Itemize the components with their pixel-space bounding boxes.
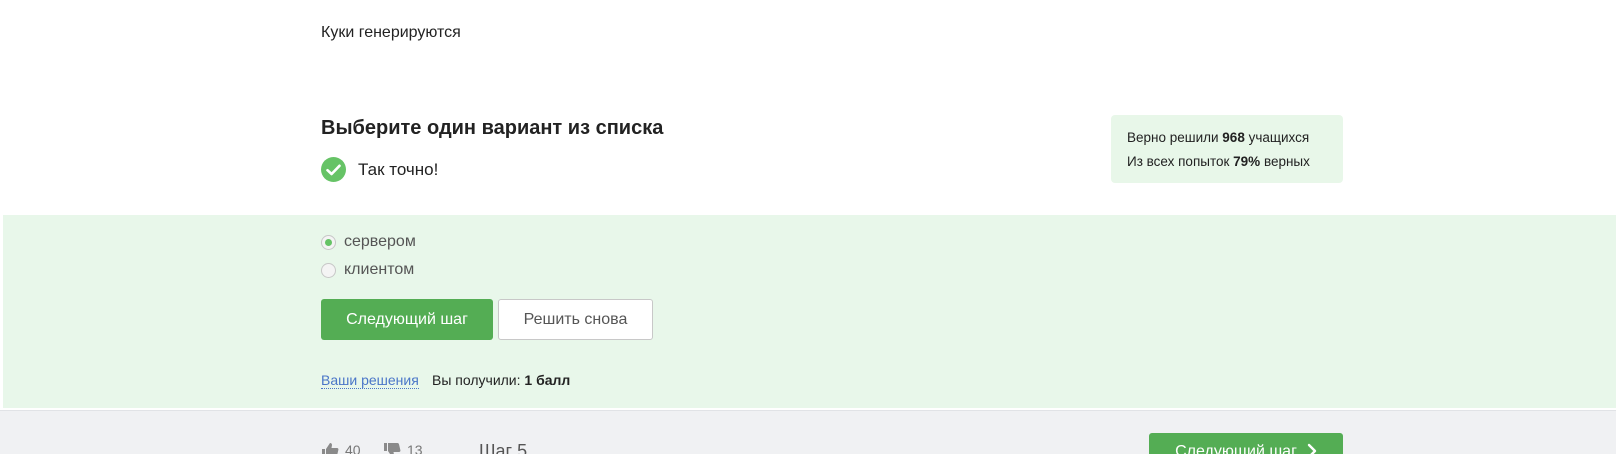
footer-next-step-button[interactable]: Следующий шаг <box>1149 433 1343 454</box>
footer-bar <box>0 410 1616 454</box>
option-client[interactable]: клиентом <box>321 260 414 280</box>
radio-dot <box>325 238 332 246</box>
your-solutions-link[interactable]: Ваши решения <box>321 372 419 389</box>
task-title: Выберите один вариант из списка <box>321 117 664 139</box>
solved-count: 968 <box>1222 130 1245 145</box>
footer-next-label: Следующий шаг <box>1175 443 1297 454</box>
thumbs-up-icon <box>322 443 339 454</box>
next-step-button[interactable]: Следующий шаг <box>321 299 493 340</box>
feedback-text: Так точно! <box>358 159 439 179</box>
answer-panel <box>3 215 1616 408</box>
retry-button[interactable]: Решить снова <box>498 299 653 340</box>
dislike-count: 13 <box>407 442 423 454</box>
chevron-right-icon <box>1307 443 1317 454</box>
step-label: Шаг 5 <box>479 441 528 454</box>
like-button[interactable]: 40 <box>321 442 361 454</box>
thumbs-down-icon <box>384 443 401 454</box>
option-label: клиентом <box>344 261 415 278</box>
attempts-line: Из всех попыток 79% верных <box>1127 154 1310 169</box>
score-value: 1 балл <box>524 372 571 388</box>
stats-box: Верно решили 968 учащихся Из всех попыто… <box>1111 115 1343 183</box>
score-text: Вы получили: 1 балл <box>432 372 571 388</box>
radio-button[interactable] <box>321 262 336 278</box>
correct-feedback: Так точно! <box>321 157 438 182</box>
checkmark-icon <box>321 157 346 182</box>
option-label: сервером <box>344 233 416 250</box>
solved-line: Верно решили 968 учащихся <box>1127 130 1310 145</box>
question-text: Куки генерируются <box>321 24 461 41</box>
attempts-percent: 79% <box>1233 154 1261 169</box>
option-server[interactable]: сервером <box>321 232 416 252</box>
like-count: 40 <box>345 442 361 454</box>
dislike-button[interactable]: 13 <box>383 442 423 454</box>
radio-button-selected[interactable] <box>321 234 336 250</box>
